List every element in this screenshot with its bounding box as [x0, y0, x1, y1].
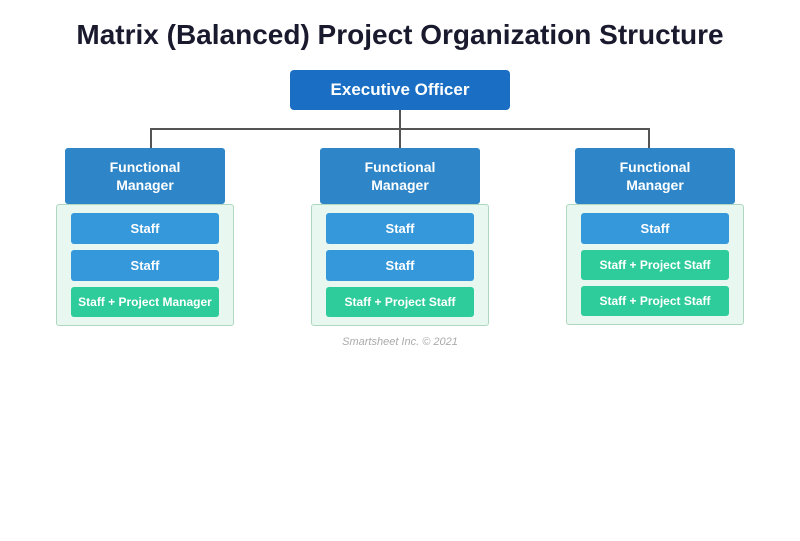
col-content-2: Staff Staff Staff + Project Staff — [311, 204, 489, 326]
staff-box-1-2: Staff — [71, 250, 219, 281]
column-2: FunctionalManager Staff Staff Staff + Pr… — [295, 148, 505, 326]
watermark: Smartsheet Inc. © 2021 — [342, 336, 458, 348]
staff-box-1-1: Staff — [71, 213, 219, 244]
columns-row: FunctionalManager Staff Staff Staff + Pr… — [40, 148, 760, 326]
project-box-3b: Staff + Project Staff — [581, 286, 729, 316]
exec-officer-box: Executive Officer — [290, 70, 510, 110]
project-box-1: Staff + Project Manager — [71, 287, 219, 317]
exec-connector — [20, 110, 780, 148]
func-mgr-box-2: FunctionalManager — [320, 148, 480, 204]
func-mgr-box-1: FunctionalManager — [65, 148, 225, 204]
col-content-3: Staff Staff + Project Staff Staff + Proj… — [566, 204, 744, 325]
branch-v-right — [648, 130, 650, 148]
column-1: FunctionalManager Staff Staff Staff + Pr… — [40, 148, 250, 326]
branch-v-left — [150, 130, 152, 148]
staff-box-2-1: Staff — [326, 213, 474, 244]
project-box-3a: Staff + Project Staff — [581, 250, 729, 280]
org-chart: Executive Officer FunctionalManager Staf… — [20, 70, 780, 326]
branch-v-center — [399, 130, 401, 148]
func-mgr-box-3: FunctionalManager — [575, 148, 735, 204]
h-line-top — [150, 128, 650, 130]
page-wrapper: Matrix (Balanced) Project Organization S… — [0, 0, 800, 541]
exec-v-line — [399, 110, 401, 128]
staff-box-3-1: Staff — [581, 213, 729, 244]
page-title: Matrix (Balanced) Project Organization S… — [76, 18, 723, 52]
col-content-1: Staff Staff Staff + Project Manager — [56, 204, 234, 326]
branch-connectors — [150, 130, 650, 148]
staff-box-2-2: Staff — [326, 250, 474, 281]
project-box-2: Staff + Project Staff — [326, 287, 474, 317]
column-3: FunctionalManager Staff Staff + Project … — [550, 148, 760, 326]
